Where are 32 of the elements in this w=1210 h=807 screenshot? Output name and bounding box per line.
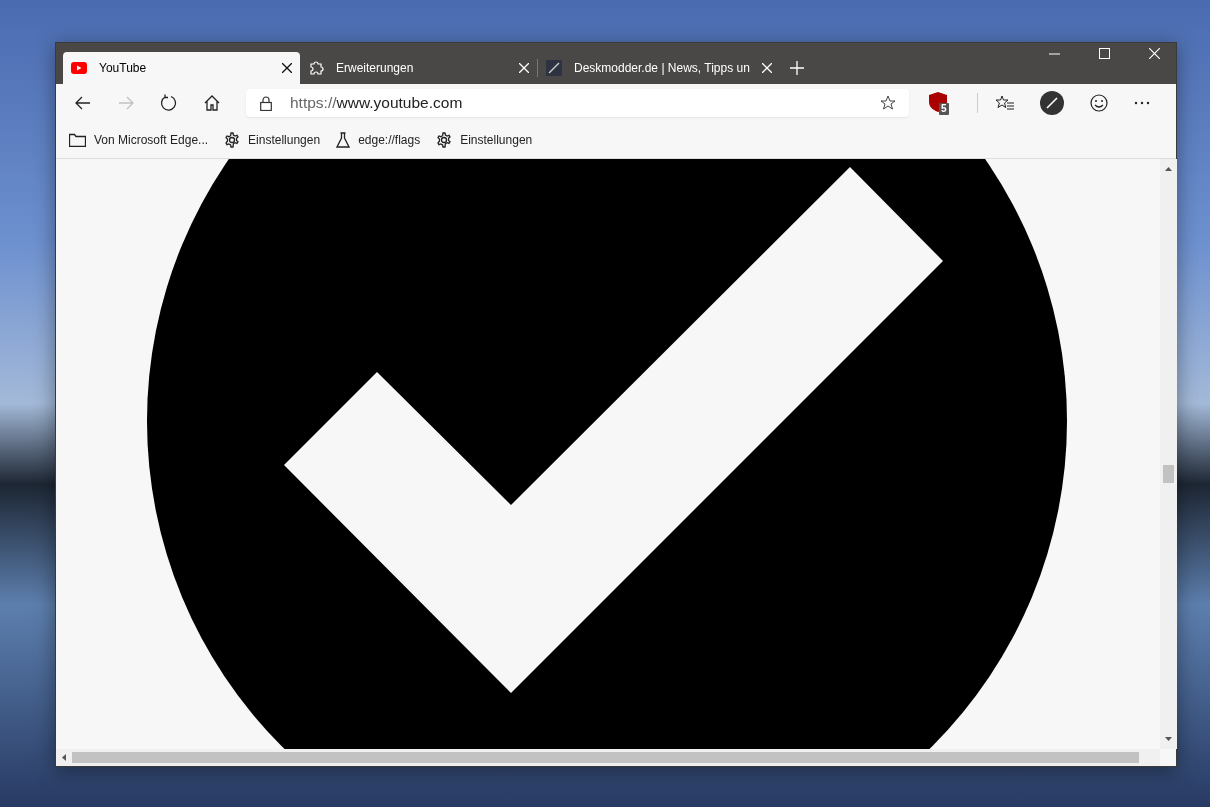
bookmark-item[interactable]: Einstellungen [436, 132, 533, 148]
settings-icon [436, 132, 453, 148]
url-text: www.youtube.com [336, 94, 464, 112]
puzzle-icon [308, 60, 324, 76]
horizontal-scrollbar[interactable] [56, 749, 1160, 766]
address-bar[interactable]: https://www.youtube.com [246, 89, 909, 117]
bookmark-item[interactable]: Von Microsoft Edge... [69, 132, 209, 148]
settings-icon [224, 132, 241, 148]
bookmark-item[interactable]: edge://flags [336, 132, 421, 148]
extension-badge: 5 [939, 103, 949, 115]
more-icon[interactable] [1134, 101, 1150, 105]
browser-tab[interactable]: Deskmodder.de | News, Tipps un [538, 52, 780, 84]
browser-tab[interactable]: YouTube [63, 52, 300, 84]
vertical-scrollbar[interactable] [1160, 159, 1177, 749]
close-icon[interactable] [282, 63, 292, 73]
maximize-icon[interactable] [1099, 48, 1110, 59]
url-scheme: https:// [290, 94, 337, 112]
arrow-icon[interactable] [74, 94, 92, 112]
new-tab-icon[interactable] [789, 61, 804, 75]
smiley-icon[interactable] [1090, 94, 1108, 112]
lock-icon [260, 95, 272, 111]
bookmark-item[interactable]: Einstellungen [224, 132, 321, 148]
pen-icon [546, 60, 562, 76]
home-icon[interactable] [203, 94, 221, 112]
favorites-icon[interactable] [996, 95, 1014, 111]
star-icon[interactable] [880, 94, 897, 112]
refresh-icon[interactable] [160, 94, 178, 112]
avatar-icon[interactable] [1040, 91, 1064, 115]
folder-icon [69, 133, 86, 147]
browser-tab[interactable]: Erweiterungen [300, 52, 537, 84]
video-icon [71, 62, 87, 74]
flask-icon [336, 132, 351, 148]
